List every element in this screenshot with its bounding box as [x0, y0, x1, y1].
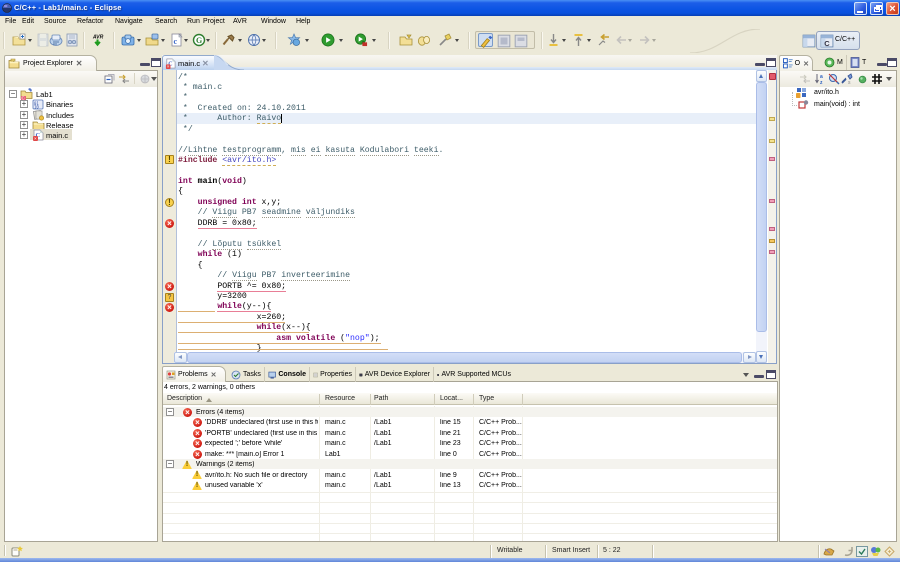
svg-text:s: s	[848, 80, 851, 85]
svg-text:z: z	[820, 80, 823, 85]
svg-text:c: c	[174, 37, 178, 46]
svg-text:G: G	[196, 36, 202, 45]
svg-text:C: C	[824, 39, 830, 48]
svg-text:×: ×	[34, 136, 37, 141]
